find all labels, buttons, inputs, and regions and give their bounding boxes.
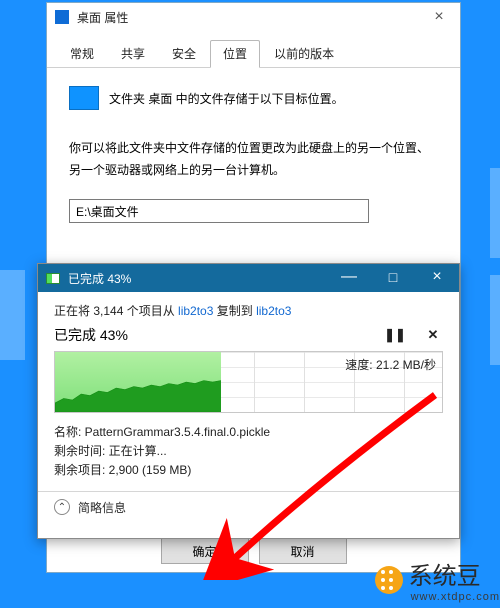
location-folder-icon [69,86,99,110]
watermark: 系统豆 www.xtdpc.com [375,556,500,603]
chevron-up-icon[interactable]: ⌃ [54,499,70,515]
close-icon[interactable]: × [424,6,454,28]
dialog-title: 桌面 属性 [77,9,424,26]
minimize-icon[interactable]: — [327,264,371,292]
copy-status-line: 正在将 3,144 个项目从 lib2to3 复制到 lib2to3 [54,302,443,319]
tab-previous-versions[interactable]: 以前的版本 [261,40,347,68]
meta-time: 剩余时间: 正在计算... [54,442,443,461]
copy-status-prefix: 正在将 3,144 个项目从 [54,304,178,318]
tab-strip: 常规 共享 安全 位置 以前的版本 [47,31,460,68]
copy-status-mid: 复制到 [213,304,256,318]
watermark-url: www.xtdpc.com [411,591,500,603]
tab-sharing[interactable]: 共享 [108,40,158,68]
folder-icon [55,10,69,24]
location-info-text: 文件夹 桌面 中的文件存储于以下目标位置。 [109,90,344,107]
tab-general[interactable]: 常规 [57,40,107,68]
copy-progress-dialog: 已完成 43% — □ × 正在将 3,144 个项目从 lib2to3 复制到… [37,263,460,539]
location-path-input[interactable] [69,199,369,223]
pause-icon[interactable]: ❚❚ [385,327,405,343]
dialog-titlebar[interactable]: 桌面 属性 × [47,3,460,31]
cancel-icon[interactable]: ✕ [423,327,443,343]
copy-percent-label: 已完成 43% [54,325,367,345]
watermark-icon [375,566,403,594]
copy-meta-block: 名称: PatternGrammar3.5.4.final.0.pickle 剩… [54,423,443,481]
details-toggle-row[interactable]: ⌃ 简略信息 [54,492,443,516]
copy-titlebar[interactable]: 已完成 43% — □ × [38,264,459,292]
speed-label: 速度: 21.2 MB/秒 [345,356,436,373]
meta-name: 名称: PatternGrammar3.5.4.final.0.pickle [54,423,443,442]
speed-graph: 速度: 21.2 MB/秒 [54,351,443,413]
details-toggle-label: 简略信息 [78,499,126,516]
copy-dest-link[interactable]: lib2to3 [256,304,291,318]
tab-security[interactable]: 安全 [159,40,209,68]
location-help-text: 你可以将此文件夹中文件存储的位置更改为此硬盘上的另一个位置、另一个驱动器或网络上… [69,138,438,181]
copy-progress-icon [46,273,60,284]
copy-source-link[interactable]: lib2to3 [178,304,213,318]
meta-items: 剩余项目: 2,900 (159 MB) [54,461,443,480]
copy-title: 已完成 43% [68,270,327,287]
cancel-button[interactable]: 取消 [259,538,347,564]
ok-button[interactable]: 确定 [161,538,249,564]
close-icon[interactable]: × [415,264,459,292]
dialog-body: 文件夹 桌面 中的文件存储于以下目标位置。 你可以将此文件夹中文件存储的位置更改… [47,68,460,223]
tab-location[interactable]: 位置 [210,40,260,68]
watermark-brand: 系统豆 [409,556,500,591]
maximize-icon[interactable]: □ [371,264,415,292]
